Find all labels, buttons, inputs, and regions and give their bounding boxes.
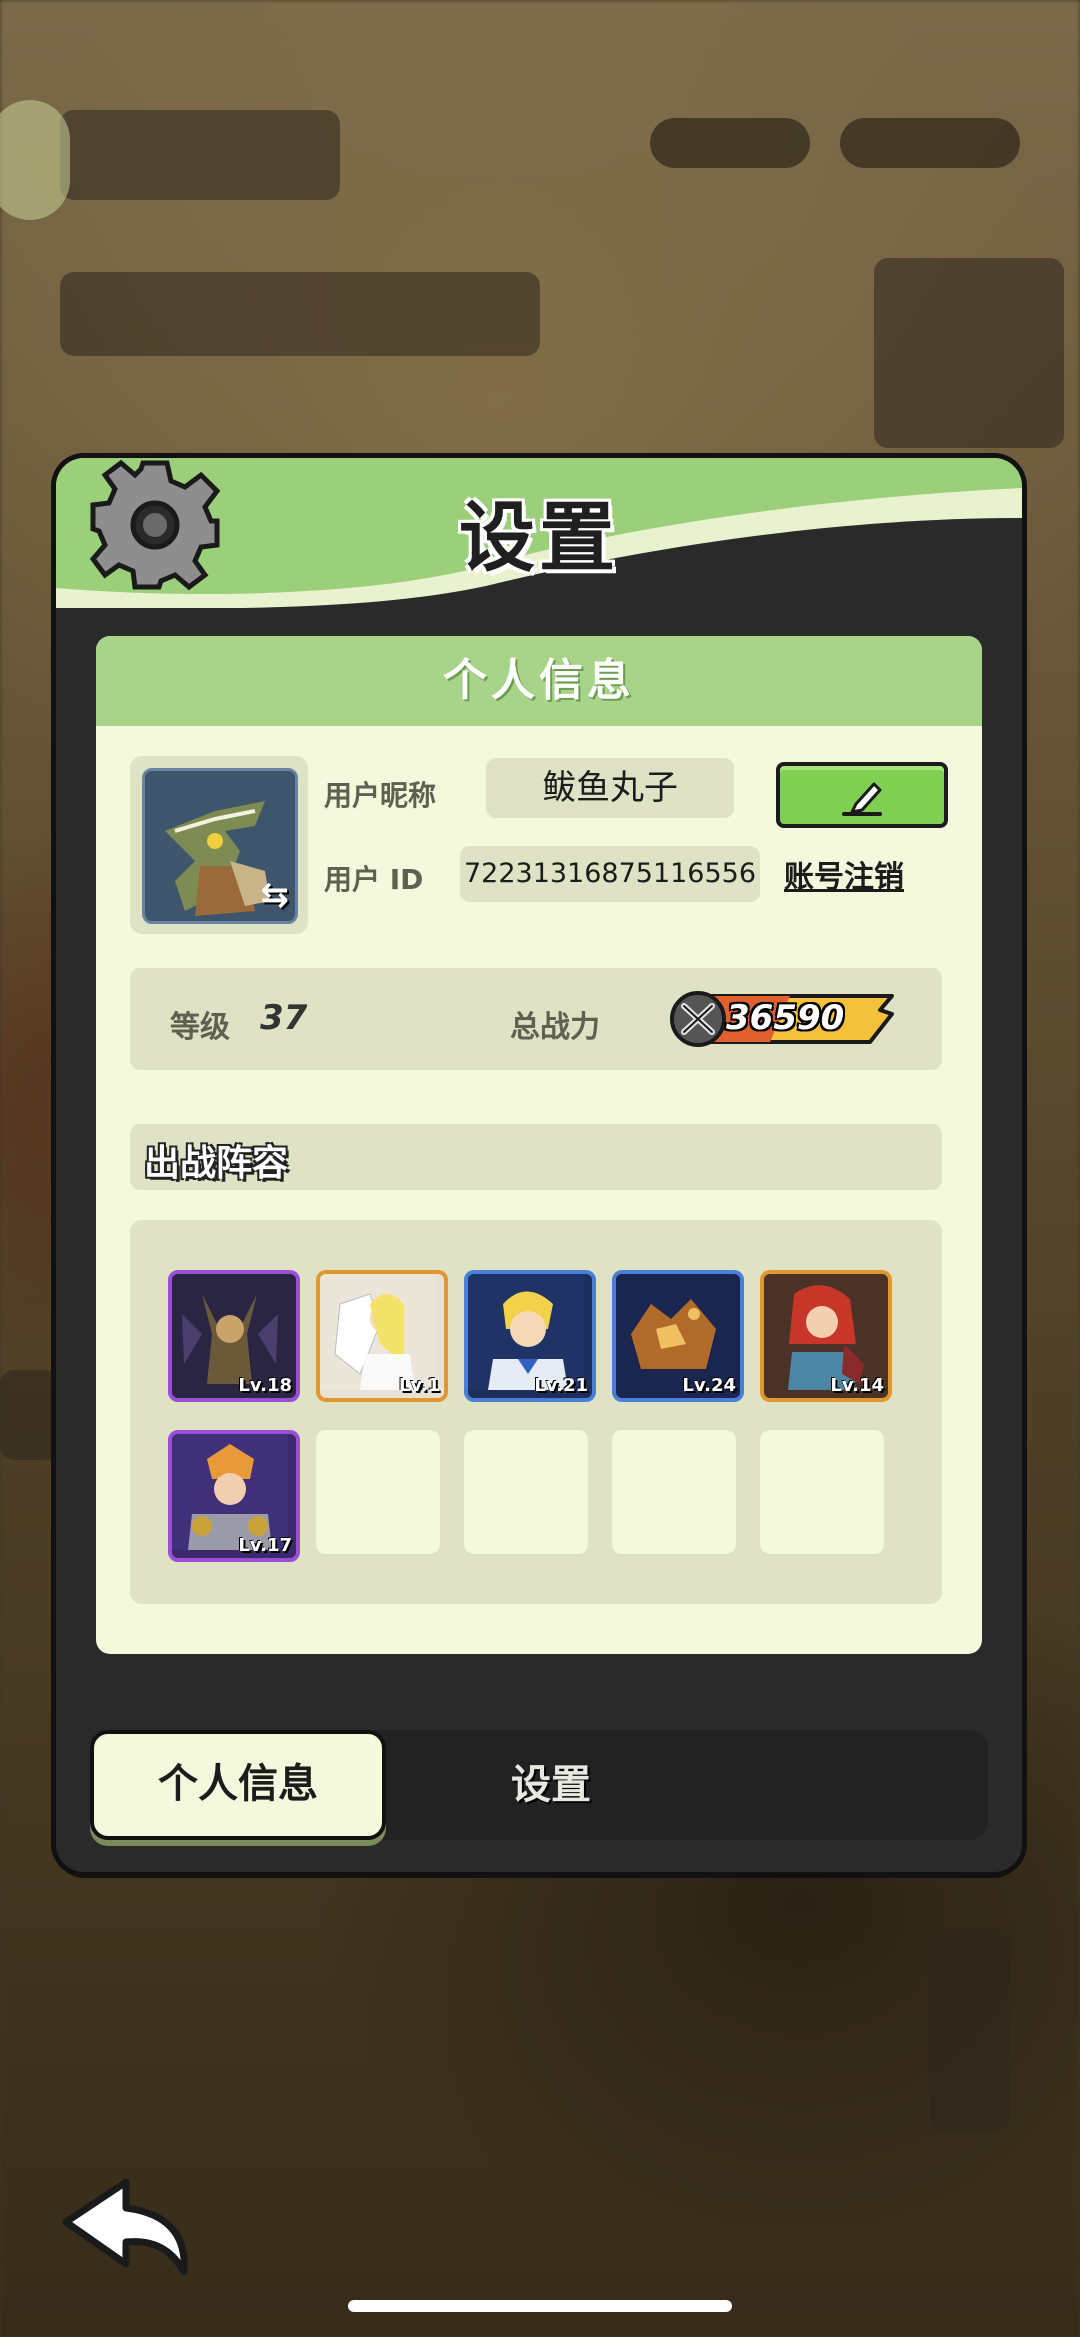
tab-settings[interactable]: 设置 bbox=[386, 1730, 716, 1840]
hero-slot[interactable]: Lv.14 bbox=[760, 1270, 892, 1402]
hero-slot[interactable]: Lv.21 bbox=[464, 1270, 596, 1402]
panel-title: 设置 bbox=[459, 493, 619, 582]
pencil-icon bbox=[842, 782, 882, 816]
lineup-header: 出战阵容 bbox=[130, 1124, 942, 1190]
level-value: 37 bbox=[260, 998, 308, 1038]
power-badge: 36590 bbox=[670, 990, 900, 1048]
hero-level: Lv.21 bbox=[534, 1375, 588, 1396]
hero-level: Lv.17 bbox=[238, 1535, 292, 1556]
hero-slot[interactable]: Lv.1 bbox=[316, 1270, 448, 1402]
user-id-field: 72231316875116556 bbox=[460, 846, 760, 902]
panel-header: 设置 bbox=[56, 458, 1022, 608]
power-label: 总战力 bbox=[510, 1010, 600, 1045]
empty-hero-slot[interactable] bbox=[464, 1430, 588, 1554]
empty-hero-slot[interactable] bbox=[612, 1430, 736, 1554]
level-label: 等级 bbox=[170, 1010, 230, 1045]
hero-slot[interactable]: Lv.17 bbox=[168, 1430, 300, 1562]
nickname-label: 用户昵称 bbox=[324, 779, 437, 812]
hero-level: Lv.14 bbox=[830, 1375, 884, 1396]
hero-level: Lv.1 bbox=[398, 1375, 440, 1396]
avatar[interactable]: ⇆ bbox=[142, 768, 298, 924]
hero-level: Lv.18 bbox=[238, 1375, 292, 1396]
swap-icon: ⇆ bbox=[260, 875, 290, 915]
section-title: 个人信息 bbox=[96, 636, 982, 726]
floating-assist-button[interactable] bbox=[0, 100, 70, 220]
lineup-grid: Lv.18 Lv.1 Lv.21 Lv.24 Lv.14 Lv.17 bbox=[130, 1220, 942, 1604]
hero-level: Lv.24 bbox=[682, 1375, 736, 1396]
power-value: 36590 bbox=[726, 998, 845, 1038]
personal-info-content: 个人信息 ⇆ 用户昵称 鲅鱼丸子 用户 ID 72231316875116556… bbox=[96, 636, 982, 1654]
empty-hero-slot[interactable] bbox=[316, 1430, 440, 1554]
tab-bar: 个人信息 设置 bbox=[90, 1730, 988, 1840]
nickname-field: 鲅鱼丸子 bbox=[486, 758, 734, 818]
edit-nickname-button[interactable] bbox=[776, 762, 948, 828]
hero-slot[interactable]: Lv.24 bbox=[612, 1270, 744, 1402]
home-indicator[interactable] bbox=[348, 2300, 732, 2312]
settings-panel: 设置 个人信息 ⇆ 用户昵称 鲅鱼丸子 用户 ID 72231316875116… bbox=[56, 458, 1022, 1872]
avatar-frame[interactable]: ⇆ bbox=[130, 756, 308, 934]
lineup-title: 出战阵容 bbox=[144, 1143, 289, 1184]
empty-hero-slot[interactable] bbox=[760, 1430, 884, 1554]
delete-account-link[interactable]: 账号注销 bbox=[784, 852, 904, 896]
user-id-label: 用户 ID bbox=[324, 863, 424, 896]
tab-personal-info[interactable]: 个人信息 bbox=[90, 1730, 386, 1840]
back-arrow-icon[interactable] bbox=[56, 2172, 196, 2282]
hero-slot[interactable]: Lv.18 bbox=[168, 1270, 300, 1402]
